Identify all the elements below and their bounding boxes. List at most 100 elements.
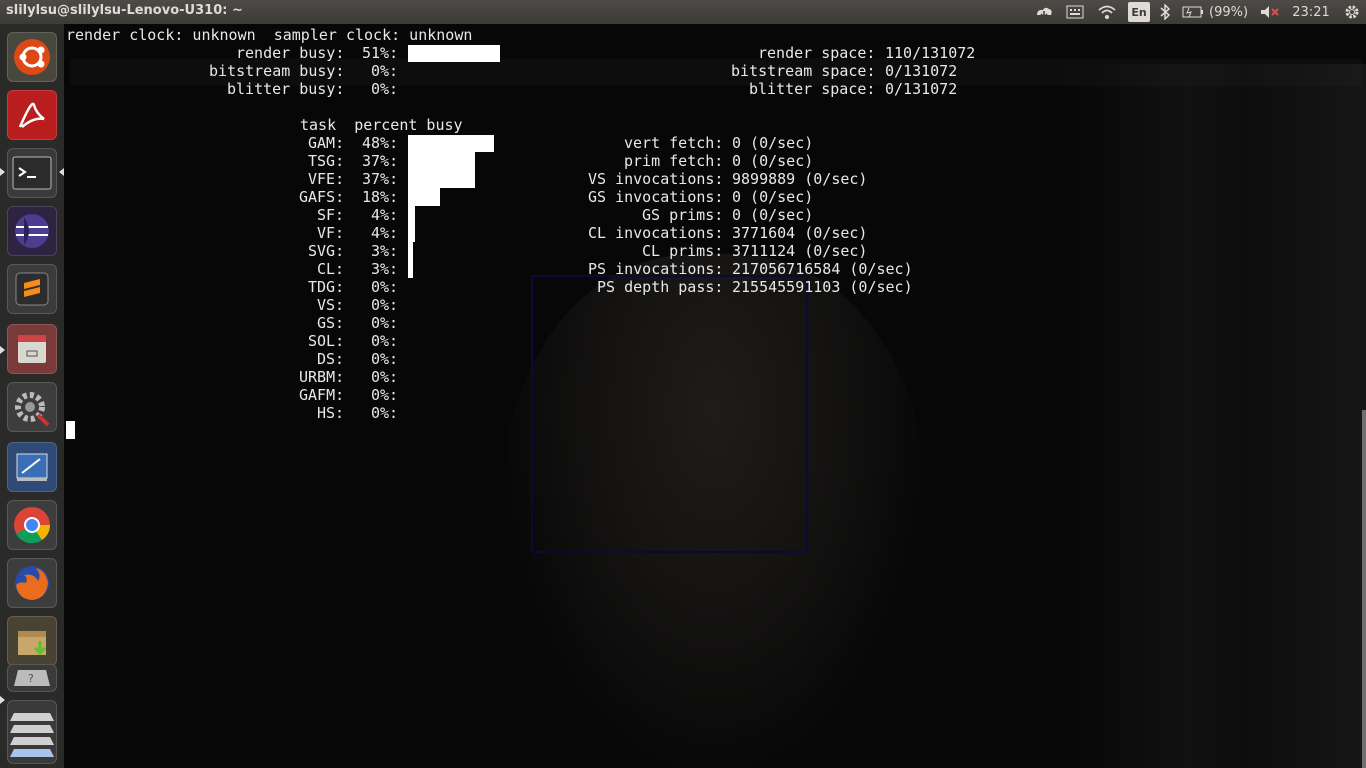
engine-label: blitter busy:	[227, 80, 345, 98]
task-percent: 37%:	[362, 170, 399, 188]
task-name: SF:	[317, 206, 345, 224]
task-busy-bar	[408, 260, 413, 278]
task-name: CL:	[317, 260, 345, 278]
engine-percent: 51%:	[362, 44, 399, 62]
task-percent: 48%:	[362, 134, 399, 152]
stat-label: PS depth pass:	[597, 278, 724, 296]
task-name: GAFS:	[299, 188, 345, 206]
sublime-text-icon[interactable]	[7, 264, 57, 314]
task-name: URBM:	[299, 368, 345, 386]
battery-icon[interactable]	[1182, 2, 1204, 22]
stat-label: vert fetch:	[624, 134, 724, 152]
task-percent: 4%:	[371, 224, 399, 242]
terminal-cursor	[66, 421, 75, 439]
screenshot-tool-icon[interactable]	[7, 442, 57, 492]
task-percent: 0%:	[371, 314, 399, 332]
task-busy-bar	[408, 224, 415, 242]
svg-text:?: ?	[28, 672, 34, 685]
stat-value: 0 (0/sec)	[732, 134, 814, 152]
workspace-switcher-icon[interactable]	[7, 700, 57, 764]
stat-label: VS invocations:	[588, 170, 724, 188]
stat-value: 3771604 (0/sec)	[732, 224, 868, 242]
terminal-window[interactable]: render clock: unknown sampler clock: unk…	[64, 24, 1366, 768]
firefox-icon[interactable]	[7, 558, 57, 608]
stat-value: 217056716584 (0/sec)	[732, 260, 913, 278]
task-name: GS:	[317, 314, 345, 332]
space-label: bitstream space:	[731, 62, 876, 80]
launcher: ?	[0, 24, 64, 768]
chrome-icon[interactable]	[7, 500, 57, 550]
wifi-icon[interactable]	[1095, 2, 1119, 22]
task-name: GAFM:	[299, 386, 345, 404]
adobe-reader-icon[interactable]	[7, 90, 57, 140]
unknown-app-running-pip	[0, 696, 5, 704]
keyboard-indicator-icon[interactable]	[1063, 2, 1087, 22]
task-percent: 37%:	[362, 152, 399, 170]
task-name: VS:	[317, 296, 345, 314]
stat-value: 215545591103 (0/sec)	[732, 278, 913, 296]
task-name: HS:	[317, 404, 345, 422]
engine-percent: 0%:	[371, 62, 399, 80]
stat-label: PS invocations:	[588, 260, 724, 278]
task-percent: 4%:	[371, 206, 399, 224]
stat-label: GS invocations:	[588, 188, 724, 206]
task-percent: 3%:	[371, 242, 399, 260]
space-value: 110/131072	[885, 44, 976, 62]
session-gear-icon[interactable]	[1342, 2, 1362, 22]
window-title: slilylsu@slilylsu-Lenovo-U310: ~	[6, 3, 243, 18]
stat-label: CL invocations:	[588, 224, 724, 242]
face-detection-box	[531, 275, 808, 553]
task-name: SOL:	[308, 332, 345, 350]
stat-label: CL prims:	[642, 242, 724, 260]
ubuntu-dash-icon[interactable]	[7, 32, 57, 82]
space-label: render space:	[758, 44, 876, 62]
top-panel: slilylsu@slilylsu-Lenovo-U310: ~ En (99%…	[0, 0, 1366, 24]
clock[interactable]: 23:21	[1290, 2, 1332, 22]
task-name: GAM:	[308, 134, 345, 152]
stat-value: 3711124 (0/sec)	[732, 242, 868, 260]
stat-label: GS prims:	[642, 206, 724, 224]
stat-label: prim fetch:	[624, 152, 724, 170]
task-busy-bar	[408, 242, 413, 260]
task-percent: 0%:	[371, 404, 399, 422]
keyboard-layout-indicator[interactable]: En	[1128, 2, 1150, 22]
task-name: VFE:	[308, 170, 345, 188]
stat-value: 9899889 (0/sec)	[732, 170, 868, 188]
task-name: SVG:	[308, 242, 345, 260]
terminal-icon[interactable]	[7, 148, 57, 198]
engine-percent: 0%:	[371, 80, 399, 98]
task-busy-bar	[408, 152, 475, 170]
space-value: 0/131072	[885, 62, 958, 80]
file-manager-icon[interactable]	[7, 324, 57, 374]
engine-label: render busy:	[236, 44, 345, 62]
volume-muted-icon[interactable]	[1259, 2, 1281, 22]
space-label: blitter space:	[749, 80, 876, 98]
engine-busy-bar	[408, 45, 500, 62]
task-percent: 0%:	[371, 386, 399, 404]
stat-value: 0 (0/sec)	[732, 152, 814, 170]
system-settings-icon[interactable]	[7, 382, 57, 432]
task-percent: 0%:	[371, 368, 399, 386]
task-header-task: task	[300, 116, 337, 134]
stat-value: 0 (0/sec)	[732, 188, 814, 206]
task-busy-bar	[408, 188, 440, 206]
task-name: TDG:	[308, 278, 345, 296]
dropbox-icon[interactable]	[1032, 2, 1056, 22]
battery-percent: (99%)	[1209, 4, 1249, 20]
engine-label: bitstream busy:	[209, 62, 345, 80]
clock-line: render clock: unknown sampler clock: unk…	[66, 26, 473, 44]
task-busy-bar	[408, 135, 494, 152]
terminal-running-pip	[0, 168, 5, 176]
task-busy-bar	[408, 170, 475, 188]
eclipse-icon[interactable]	[7, 206, 57, 256]
task-header-percent: percent busy	[354, 116, 463, 134]
bluetooth-icon[interactable]	[1156, 2, 1174, 22]
task-percent: 0%:	[371, 350, 399, 368]
task-name: VF:	[317, 224, 345, 242]
task-percent: 0%:	[371, 332, 399, 350]
background-curtain	[1064, 64, 1366, 768]
archive-installer-icon[interactable]	[7, 616, 57, 666]
unknown-app-icon[interactable]: ?	[7, 664, 57, 692]
task-busy-bar	[408, 206, 415, 224]
terminal-scrollbar[interactable]	[1362, 410, 1366, 768]
